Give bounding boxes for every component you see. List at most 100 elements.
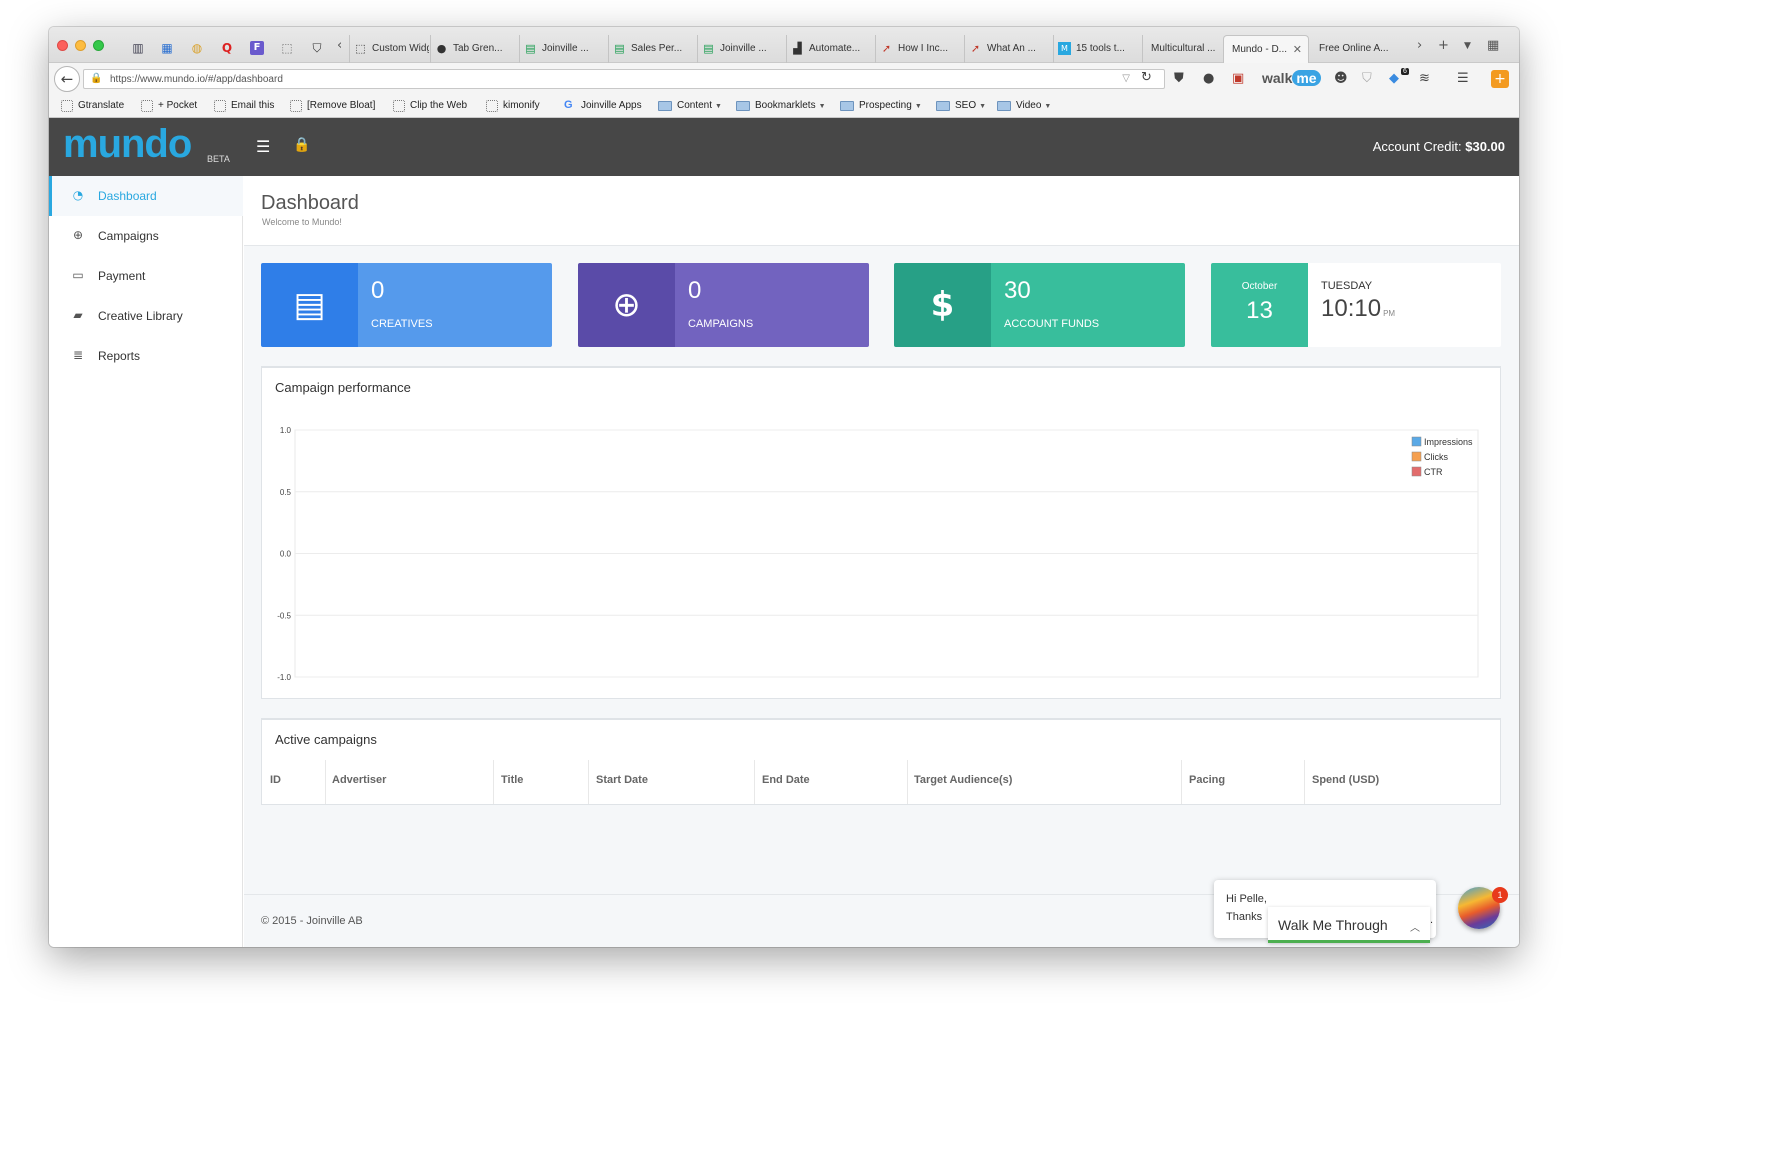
tab-multicultural[interactable]: Multicultural ... (1142, 35, 1222, 63)
lock-icon[interactable]: 🔒 (293, 137, 310, 153)
column-divider (907, 760, 908, 804)
sidebar-item-campaigns[interactable]: ⊕ Campaigns (49, 216, 243, 256)
sidebar-item-payment[interactable]: ▭ Payment (49, 256, 243, 296)
sidebar-toggle-icon[interactable]: ☰ (256, 137, 270, 156)
bookmark-folder-video[interactable]: Video ▼ (997, 100, 1051, 111)
secure-lock-icon: 🔒 (90, 73, 103, 84)
tabs-scroll-left-icon[interactable]: ‹ (337, 38, 342, 53)
bookmark-joinville-apps[interactable]: G Joinville Apps (564, 99, 642, 111)
folder-icon (936, 101, 950, 111)
navigation-bar: ← 🔒 https://www.mundo.io/#/app/dashboard… (49, 63, 1519, 95)
bookmark-folder-seo[interactable]: SEO ▼ (936, 100, 986, 111)
bookmark-clip-the-web[interactable]: Clip the Web (393, 100, 467, 112)
tab-how-i-inc[interactable]: ➚ How I Inc... (875, 35, 963, 63)
bookmark-label: SEO (955, 100, 977, 111)
new-tab-icon[interactable]: + (1438, 38, 1449, 53)
gauge-icon: ◔ (72, 188, 84, 202)
bookmark-label: Email this (231, 100, 275, 111)
account-funds-stat-card[interactable]: $ 30 ACCOUNT FUNDS (894, 263, 1185, 347)
pinned-tab-shield-icon[interactable]: ⛉ (310, 41, 324, 55)
column-header-target-audience[interactable]: Target Audience(s) (914, 774, 1012, 786)
chat-ext-icon[interactable]: ☻ (1334, 71, 1348, 87)
url-history-dropdown-icon[interactable]: ▽ (1122, 73, 1130, 84)
column-header-start-date[interactable]: Start Date (596, 774, 648, 786)
tab-15-tools[interactable]: M 15 tools t... (1053, 35, 1141, 63)
bookmark-folder-content[interactable]: Content ▼ (658, 100, 722, 111)
url-text[interactable]: https://www.mundo.io/#/app/dashboard (110, 74, 283, 85)
mundo-logo[interactable]: mundo (63, 122, 192, 167)
bookmark-folder-prospecting[interactable]: Prospecting ▼ (840, 100, 922, 111)
walkme-ext-icon[interactable]: walk me (1262, 70, 1321, 86)
tab-mundo-dashboard[interactable]: Mundo - D... ✕ (1223, 35, 1309, 63)
tab-tab-grenade[interactable]: ● Tab Gren... (430, 35, 518, 63)
tab-custom-widgets[interactable]: ⬚ Custom Widg... (349, 35, 429, 63)
pinned-tab-calendar-icon[interactable]: ▦ (160, 41, 174, 55)
sheets-icon: ▤ (703, 42, 714, 55)
creatives-count: 0 (371, 277, 385, 304)
sidebar-item-label: Dashboard (98, 189, 157, 203)
campaigns-stat-card[interactable]: ⊕ 0 CAMPAIGNS (578, 263, 869, 347)
menu-icon[interactable]: ☰ (1457, 71, 1469, 87)
tab-joinville-1[interactable]: ▤ Joinville ... (519, 35, 607, 63)
sidebar-item-creative-library[interactable]: ▰ Creative Library (49, 296, 243, 336)
walk-me-through-button[interactable]: Walk Me Through ︿ (1268, 907, 1430, 943)
pinned-tab-analytics-icon[interactable]: ▥ (131, 41, 145, 55)
sidebar-item-reports[interactable]: ≣ Reports (49, 336, 243, 376)
campaign-performance-chart: 1.0 0.5 0.0 -0.5 -1.0 Impressions Clicks CTR (277, 426, 1479, 682)
close-window-button[interactable] (57, 40, 68, 51)
notification-ext-icon[interactable]: ◆ (1389, 71, 1399, 87)
tab-sales-per[interactable]: ▤ Sales Per... (608, 35, 696, 63)
bookmark-kimonify[interactable]: kimonify (486, 100, 540, 112)
page-subtitle: Welcome to Mundo! (262, 217, 342, 227)
tab-joinville-2[interactable]: ▤ Joinville ... (697, 35, 785, 63)
column-divider (325, 760, 326, 804)
column-header-advertiser[interactable]: Advertiser (332, 774, 386, 786)
pinned-tab-blank-icon[interactable]: ⬚ (280, 41, 294, 55)
chevron-down-icon: ▼ (1044, 103, 1052, 110)
bookmark-remove-bloat[interactable]: [Remove Bloat] (290, 100, 375, 112)
tab-what-an[interactable]: ➚ What An ... (964, 35, 1052, 63)
tab-free-online[interactable]: Free Online A... (1311, 35, 1407, 63)
close-tab-icon[interactable]: ✕ (1293, 36, 1302, 63)
bookmark-page-icon (61, 100, 73, 112)
toolbox-ext-icon[interactable]: ▣ (1232, 71, 1244, 87)
column-header-end-date[interactable]: End Date (762, 774, 810, 786)
address-bar[interactable]: 🔒 https://www.mundo.io/#/app/dashboard ▽ (83, 69, 1165, 89)
column-header-title[interactable]: Title (501, 774, 523, 786)
reload-icon[interactable]: ↻ (1141, 70, 1152, 85)
creatives-stat-card[interactable]: ▤ 0 CREATIVES (261, 263, 552, 347)
account-funds-value: 30 (1004, 277, 1031, 304)
column-header-id[interactable]: ID (270, 774, 281, 786)
buffer-ext-icon[interactable]: ≋ (1419, 71, 1430, 87)
back-button[interactable]: ← (54, 66, 80, 92)
date-time-card: October 13 TUESDAY 10:10 PM (1211, 263, 1501, 347)
y-tick-label: -1.0 (277, 673, 291, 682)
bookmark-gtranslate[interactable]: Gtranslate (61, 100, 125, 112)
minimize-window-button[interactable] (75, 40, 86, 51)
pocket-icon[interactable]: ⛊ (1174, 71, 1184, 87)
shield-ext-icon[interactable]: ⛉ (1362, 71, 1372, 87)
grenade-ext-icon[interactable]: ● (1203, 71, 1214, 87)
pinned-tab-f-icon[interactable]: F (250, 41, 264, 55)
rocket-icon: ➚ (970, 42, 981, 55)
add-ext-icon[interactable]: + (1491, 70, 1509, 88)
bookmark-page-icon (290, 100, 302, 112)
tab-label: Mundo - D... (1232, 44, 1288, 55)
column-header-spend[interactable]: Spend (USD) (1312, 774, 1379, 786)
google-icon: G (564, 99, 573, 111)
tabs-scroll-right-icon[interactable]: › (1417, 38, 1422, 53)
bookmark-folder-bookmarklets[interactable]: Bookmarklets ▼ (736, 100, 826, 111)
sidebar-item-dashboard[interactable]: ◔ Dashboard (49, 176, 243, 216)
bookmark-pocket[interactable]: + Pocket (141, 100, 197, 112)
zoom-window-button[interactable] (93, 40, 104, 51)
pinned-tab-quora-icon[interactable]: Q (220, 41, 234, 55)
tab-automate[interactable]: ▟ Automate... (786, 35, 874, 63)
bookmark-label: Gtranslate (78, 100, 125, 111)
column-header-pacing[interactable]: Pacing (1189, 774, 1225, 786)
globe-icon: ⊕ (612, 285, 641, 325)
bookmark-label: kimonify (503, 100, 540, 111)
tab-list-dropdown-icon[interactable]: ▼ (1464, 41, 1471, 51)
bookmark-email-this[interactable]: Email this (214, 100, 275, 112)
pinned-tab-globe-icon[interactable]: ◍ (190, 41, 204, 55)
tab-groups-icon[interactable]: ▦ (1487, 38, 1499, 53)
